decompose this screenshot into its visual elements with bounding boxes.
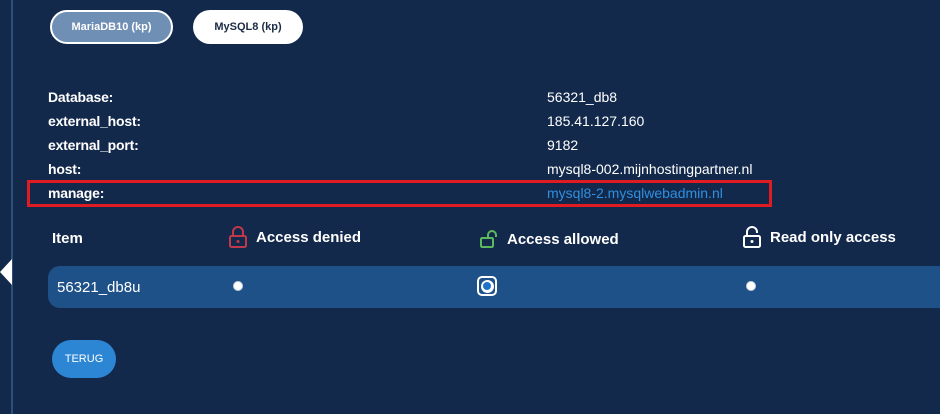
col-denied-header: Access denied xyxy=(228,226,361,248)
info-row-external-host: external_host: 185.41.127.160 xyxy=(48,112,808,136)
lock-icon xyxy=(743,226,761,248)
col-item-label: Item xyxy=(52,230,83,247)
info-key: external_host: xyxy=(48,113,141,129)
info-value: 56321_db8 xyxy=(547,89,618,105)
access-table-header: Item Access denied Access allowed Read o… xyxy=(52,224,940,252)
info-value: 185.41.127.160 xyxy=(547,113,645,129)
lock-closed-icon xyxy=(229,226,247,248)
back-button[interactable]: TERUG xyxy=(52,340,116,378)
col-readonly-label: Read only access xyxy=(770,228,896,246)
db-type-tabs: MariaDB10 (kp) MySQL8 (kp) xyxy=(50,10,303,44)
radio-selected-dot xyxy=(480,279,494,293)
tab-mariadb10[interactable]: MariaDB10 (kp) xyxy=(50,10,173,44)
col-readonly-header: Read only access xyxy=(742,226,896,248)
left-divider xyxy=(11,0,13,414)
col-denied-label: Access denied xyxy=(256,228,362,246)
col-item-header: Item xyxy=(52,230,83,247)
info-key: Database: xyxy=(48,89,114,105)
table-row: 56321_db8u xyxy=(48,266,940,308)
manage-highlight-box xyxy=(27,180,772,207)
col-allowed-header: Access allowed xyxy=(479,230,619,248)
tab-mysql8[interactable]: MySQL8 (kp) xyxy=(193,10,303,44)
info-key: host: xyxy=(48,161,82,177)
info-key: external_port: xyxy=(48,137,139,153)
radio-access-allowed[interactable] xyxy=(477,276,497,296)
col-allowed-label: Access allowed xyxy=(507,230,619,248)
info-value: 9182 xyxy=(547,137,579,153)
info-row-external-port: external_port: 9182 xyxy=(48,136,808,160)
radio-read-only[interactable] xyxy=(746,281,756,291)
info-value: mysql8-002.mijnhostingpartner.nl xyxy=(547,161,753,177)
sidebar-toggle-arrow-icon[interactable] xyxy=(0,259,12,285)
page: MariaDB10 (kp) MySQL8 (kp) Database: 563… xyxy=(0,0,940,414)
radio-access-denied[interactable] xyxy=(233,281,243,291)
lock-open-icon xyxy=(480,230,497,248)
row-item-name: 56321_db8u xyxy=(57,279,141,296)
info-row-database: Database: 56321_db8 xyxy=(48,88,808,112)
